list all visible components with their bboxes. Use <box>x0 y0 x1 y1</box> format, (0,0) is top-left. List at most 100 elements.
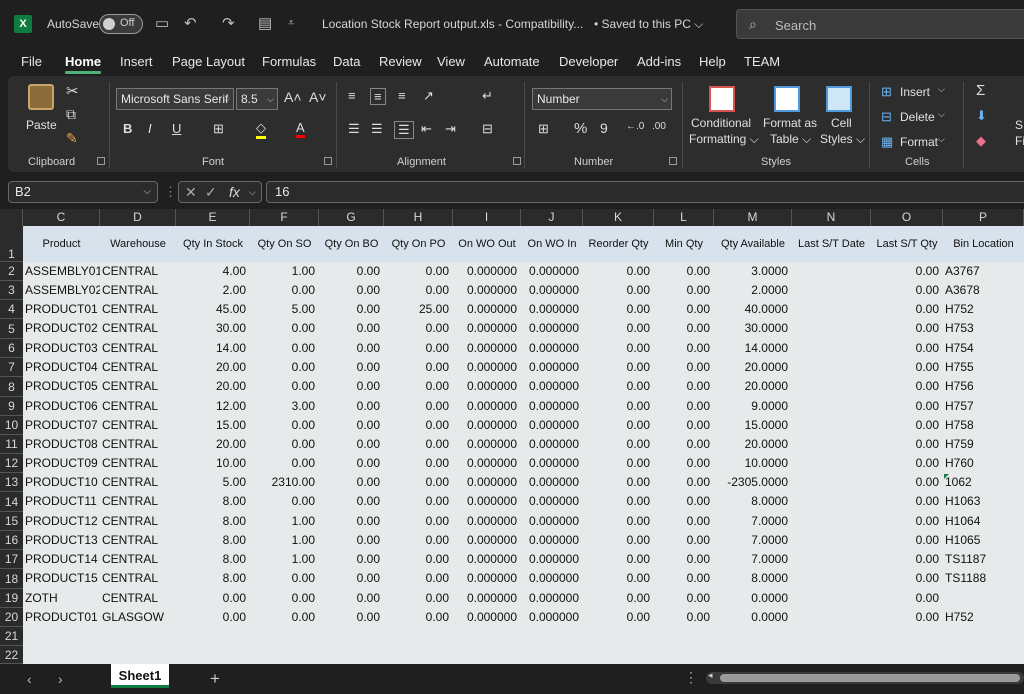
table-cell[interactable]: 0.00 <box>583 300 654 319</box>
cancel-icon[interactable]: ✕ <box>185 182 197 202</box>
clear-icon[interactable]: ◆ <box>976 133 986 149</box>
table-cell[interactable]: 0.000000 <box>453 569 521 588</box>
save-status[interactable]: • Saved to this PC ⌵ <box>594 17 703 32</box>
table-cell[interactable]: 20.0000 <box>714 435 792 454</box>
table-cell[interactable]: 0.00 <box>871 262 943 281</box>
table-cell[interactable]: 0.00 <box>654 473 714 492</box>
table-cell[interactable]: 0.00 <box>871 473 943 492</box>
table-cell[interactable]: 0.000000 <box>521 454 583 473</box>
table-cell[interactable]: 0.00 <box>871 589 943 608</box>
sheet-tab-sheet1[interactable]: Sheet1 <box>111 664 169 688</box>
table-cell[interactable]: A3767 <box>943 262 1024 281</box>
table-cell[interactable]: 0.00 <box>319 608 384 627</box>
table-cell[interactable]: 30.00 <box>176 319 250 338</box>
table-cell[interactable]: 0.0000 <box>714 608 792 627</box>
table-cell[interactable]: 0.00 <box>654 300 714 319</box>
column-header-p[interactable]: P <box>943 209 1024 226</box>
column-header-j[interactable]: J <box>521 209 583 226</box>
table-cell[interactable]: 0.000000 <box>521 435 583 454</box>
align-left-icon[interactable]: ☰ <box>348 121 360 137</box>
font-launcher-icon[interactable] <box>324 157 332 165</box>
table-cell[interactable]: 0.00 <box>384 589 453 608</box>
table-cell[interactable]: CENTRAL <box>100 319 176 338</box>
tab-review[interactable]: Review <box>379 54 422 69</box>
table-cell[interactable]: A3678 <box>943 281 1024 300</box>
row-header[interactable]: 17 <box>0 550 23 569</box>
underline-icon[interactable]: U <box>172 121 181 136</box>
table-cell[interactable]: 0.00 <box>654 435 714 454</box>
table-cell[interactable]: 1062 <box>943 473 1024 492</box>
redo-icon[interactable]: ↷ <box>222 14 235 32</box>
header-cell[interactable]: Qty On BO <box>319 226 384 262</box>
table-cell[interactable]: 0.00 <box>319 339 384 358</box>
align-bottom-icon[interactable]: ≡ <box>398 88 406 103</box>
column-header-e[interactable]: E <box>176 209 250 226</box>
table-cell[interactable]: 40.0000 <box>714 300 792 319</box>
table-cell[interactable]: 0.00 <box>654 569 714 588</box>
table-cell[interactable]: 0.00 <box>319 454 384 473</box>
table-cell[interactable]: 0.00 <box>384 531 453 550</box>
table-cell[interactable]: 0.00 <box>250 569 319 588</box>
column-header-o[interactable]: O <box>871 209 943 226</box>
table-cell[interactable]: 0.00 <box>384 262 453 281</box>
table-cell[interactable]: 20.00 <box>176 377 250 396</box>
row-header[interactable]: 10 <box>0 416 23 435</box>
table-cell[interactable]: 0.00 <box>654 531 714 550</box>
table-cell[interactable]: CENTRAL <box>100 531 176 550</box>
prev-sheet-icon[interactable]: ‹ <box>27 671 32 687</box>
table-cell[interactable]: 0.00 <box>871 358 943 377</box>
table-cell[interactable]: 0.000000 <box>521 281 583 300</box>
table-cell[interactable]: 0.00 <box>871 416 943 435</box>
table-cell[interactable] <box>792 512 871 531</box>
table-cell[interactable]: 0.000000 <box>521 473 583 492</box>
table-cell[interactable]: 2.0000 <box>714 281 792 300</box>
row-header[interactable]: 21 <box>0 627 23 646</box>
insert-cells-button[interactable]: Insert <box>900 85 930 99</box>
row-header[interactable]: 6 <box>0 339 23 358</box>
table-cell[interactable]: 0.00 <box>654 281 714 300</box>
table-cell[interactable] <box>792 300 871 319</box>
scrollbar-thumb[interactable] <box>720 674 1020 682</box>
column-header-c[interactable]: C <box>23 209 100 226</box>
table-cell[interactable]: 0.000000 <box>521 416 583 435</box>
table-cell[interactable]: 0.00 <box>871 300 943 319</box>
table-cell[interactable]: PRODUCT08 <box>23 435 100 454</box>
table-cell[interactable]: CENTRAL <box>100 300 176 319</box>
table-cell[interactable] <box>792 281 871 300</box>
copy-icon[interactable]: ⧉ <box>66 106 76 123</box>
table-label[interactable]: Table ⌵ <box>770 132 811 147</box>
number-format-select[interactable]: Number ⌵ <box>532 88 672 110</box>
table-cell[interactable]: 12.00 <box>176 397 250 416</box>
table-cell[interactable]: 0.000000 <box>453 492 521 511</box>
table-cell[interactable]: 10.0000 <box>714 454 792 473</box>
table-cell[interactable]: 0.000000 <box>521 550 583 569</box>
more-options-icon[interactable]: ⋮ <box>684 669 698 686</box>
format-as-label[interactable]: Format as <box>763 116 817 130</box>
table-cell[interactable]: 0.00 <box>250 454 319 473</box>
header-cell[interactable]: On WO Out <box>453 226 521 262</box>
tab-insert[interactable]: Insert <box>120 54 153 69</box>
table-cell[interactable]: 0.00 <box>583 358 654 377</box>
table-cell[interactable]: CENTRAL <box>100 550 176 569</box>
table-cell[interactable] <box>792 435 871 454</box>
table-cell[interactable]: 0.00 <box>583 397 654 416</box>
row-header[interactable]: 4 <box>0 300 23 319</box>
header-cell[interactable]: Warehouse <box>100 226 176 262</box>
more-icon[interactable]: ⋮ <box>164 184 177 200</box>
table-cell[interactable]: 0.000000 <box>453 300 521 319</box>
table-cell[interactable] <box>792 492 871 511</box>
accounting-format-icon[interactable]: ⊞ <box>538 121 549 137</box>
table-cell[interactable]: 0.00 <box>654 454 714 473</box>
table-cell[interactable]: 0.00 <box>871 454 943 473</box>
table-cell[interactable]: CENTRAL <box>100 473 176 492</box>
table-cell[interactable]: 0.00 <box>654 416 714 435</box>
table-cell[interactable]: 0.00 <box>583 281 654 300</box>
autosum-icon[interactable]: Σ <box>976 82 985 99</box>
table-cell[interactable]: 0.000000 <box>453 397 521 416</box>
table-cell[interactable]: 0.000000 <box>453 550 521 569</box>
format-painter-icon[interactable]: ✎ <box>66 130 78 147</box>
table-cell[interactable]: CENTRAL <box>100 416 176 435</box>
table-cell[interactable]: PRODUCT11 <box>23 492 100 511</box>
table-cell[interactable]: 0.00 <box>583 377 654 396</box>
conditional-formatting-icon[interactable] <box>709 86 735 112</box>
